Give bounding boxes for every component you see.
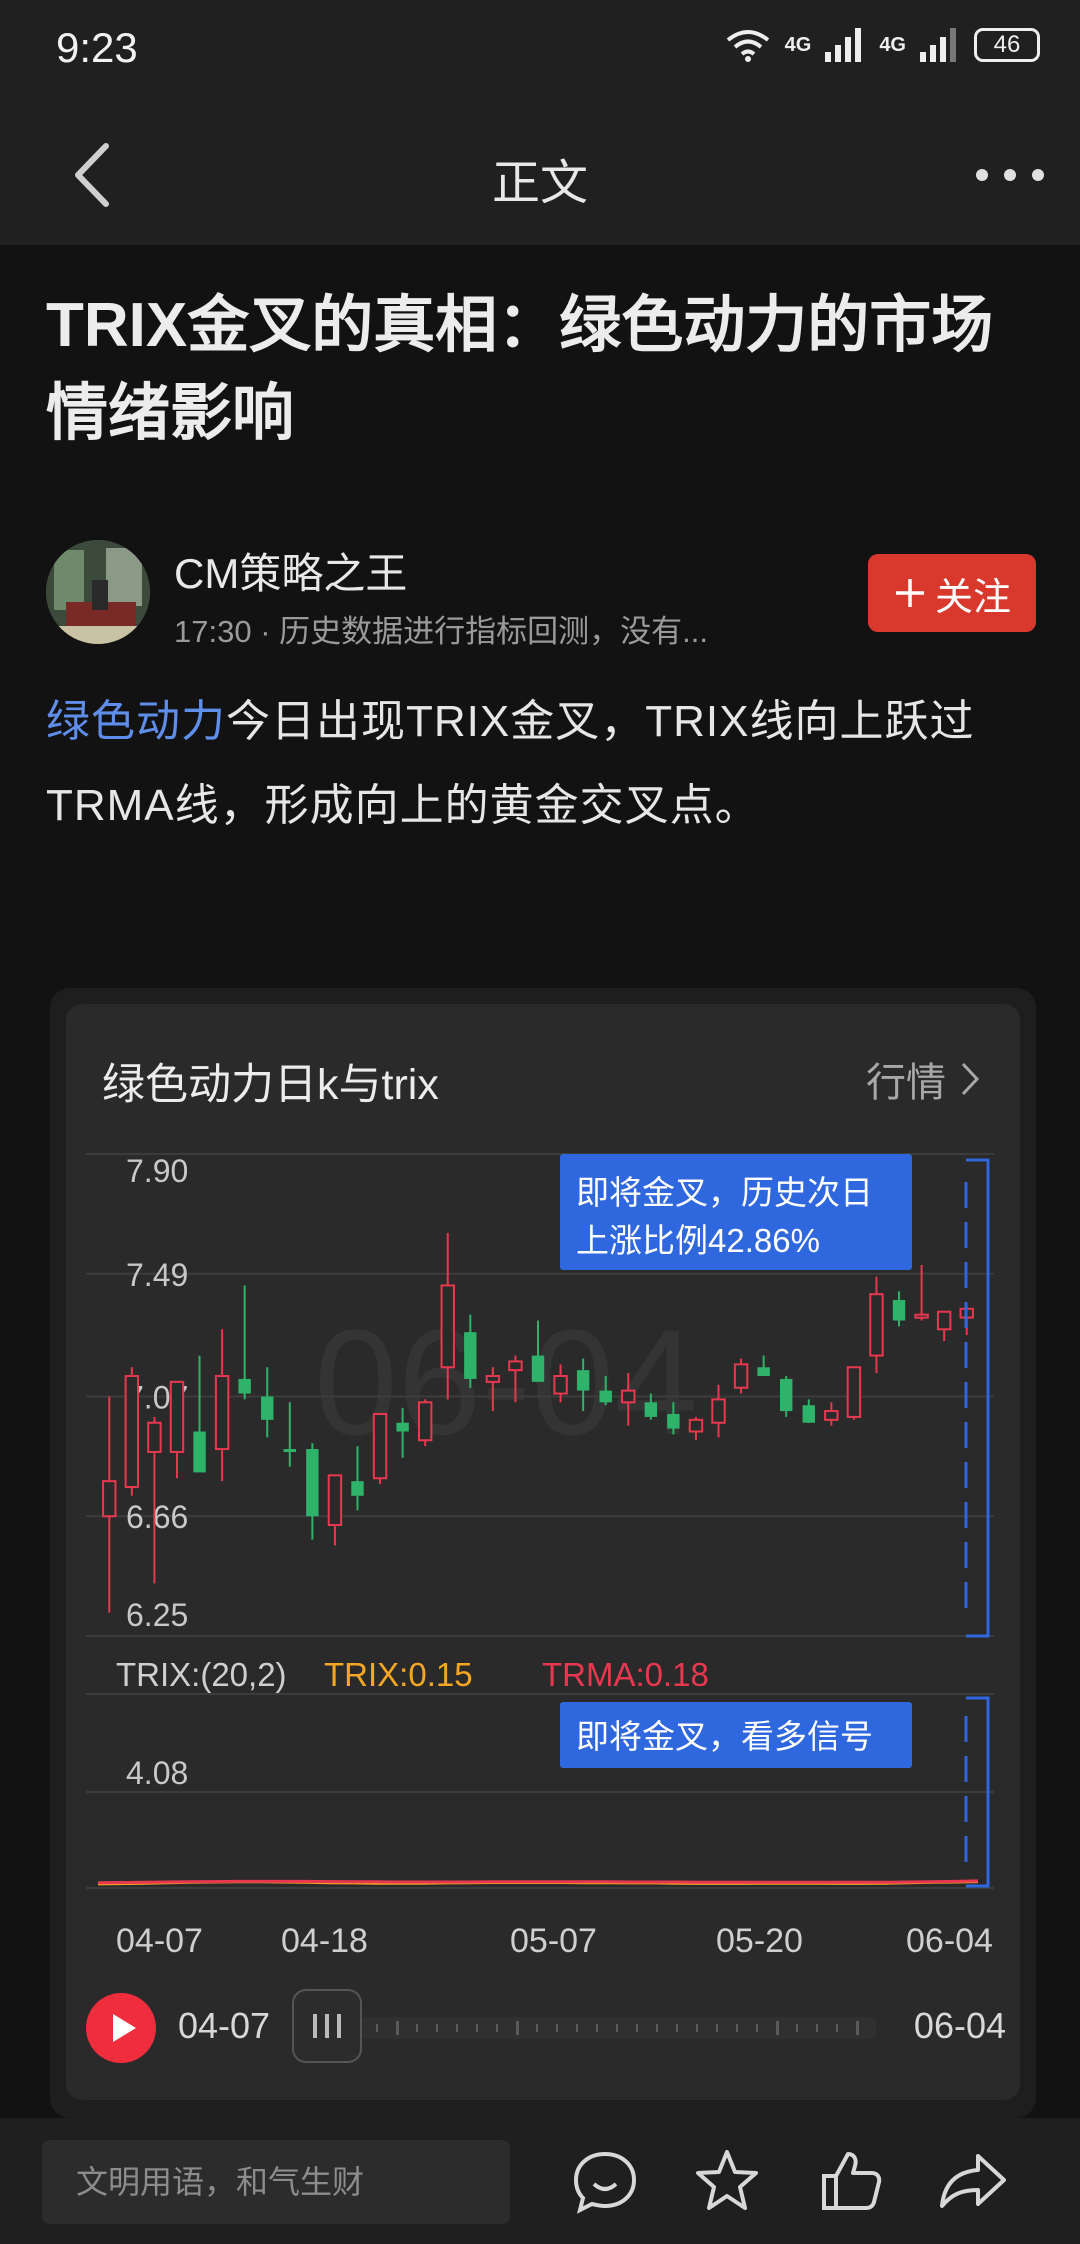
chart-card: 绿色动力日k与trix 行情 06-04 7.90 7.49 7.07 6.66 6.2… — [66, 1004, 1020, 2100]
price-annotation-line2: 上涨比例42.86% — [576, 1222, 820, 1259]
candle-body — [261, 1396, 274, 1420]
candle-body — [711, 1398, 726, 1424]
signal-icon — [825, 28, 862, 62]
candle-body — [306, 1449, 319, 1517]
candle-body — [553, 1375, 568, 1395]
network-label-1: 4G — [784, 33, 812, 56]
share-icon[interactable] — [934, 2142, 1012, 2220]
candle-body — [372, 1412, 388, 1480]
candle-body — [802, 1405, 815, 1423]
article-title: TRIX金叉的真相：绿色动力的市场情绪影响 — [46, 291, 994, 448]
status-bar: 9:23 4G 4G 46 — [0, 0, 1080, 105]
network-label-2: 4G — [879, 33, 906, 56]
candle-body — [193, 1431, 206, 1473]
candle-body — [644, 1402, 658, 1417]
x-tick-label: 06-04 — [906, 1922, 993, 1960]
comment-icon[interactable] — [566, 2142, 644, 2220]
wifi-icon — [726, 30, 769, 62]
price-tick-label: 6.66 — [126, 1499, 188, 1535]
candle-body — [531, 1355, 545, 1382]
chart-watermark: 06-04 — [314, 1298, 698, 1466]
series-line-trma — [97, 1879, 979, 1885]
nav-bar: 正文 — [0, 105, 1080, 245]
like-icon[interactable] — [812, 2142, 890, 2220]
candle-body — [780, 1378, 793, 1412]
candle-body — [667, 1413, 680, 1429]
status-time: 9:23 — [56, 24, 138, 71]
timeline-ticks — [336, 2021, 859, 2035]
candle-body — [147, 1421, 162, 1453]
timeline-start-label: 04-07 — [178, 2005, 271, 2046]
candle-body — [914, 1313, 929, 1319]
x-tick-label: 04-07 — [116, 1922, 203, 1960]
candle-body — [327, 1474, 343, 1526]
x-tick-label: 05-07 — [510, 1922, 597, 1960]
candle-body — [417, 1401, 433, 1442]
kline-trix-chart: 06-04 7.907.497.076.666.254.08 04-07 04-1… — [86, 1153, 994, 1960]
page-title: 正文 — [491, 157, 588, 210]
candle-body — [508, 1360, 523, 1372]
candle-body — [869, 1293, 884, 1357]
article-body: 绿色动力今日出现TRIX金叉，TRIX线向上跃过TRMA线，形成向上的黄金交叉点… — [46, 680, 1046, 848]
candle-body — [485, 1375, 501, 1383]
follow-label: 关注 — [934, 576, 1011, 619]
timeline-handle[interactable] — [292, 1989, 362, 2063]
avatar[interactable] — [46, 540, 150, 644]
stock-link[interactable]: 绿色动力 — [46, 697, 226, 746]
price-bracket — [966, 1158, 990, 1638]
candle-body — [169, 1380, 185, 1453]
x-tick-label: 05-20 — [716, 1922, 803, 1960]
price-tick-label: 7.49 — [126, 1257, 188, 1293]
candle-body — [214, 1375, 230, 1451]
more-options-icon[interactable] — [970, 145, 1050, 205]
timeline-track[interactable] — [296, 2017, 876, 2039]
candle-body — [733, 1363, 749, 1389]
trix-value-label: TRIX:0.15 — [324, 1656, 473, 1693]
price-tick-label: 6.25 — [126, 1597, 188, 1633]
candle-body — [102, 1480, 117, 1518]
candle-body — [621, 1389, 636, 1404]
price-annotation-line1: 即将金叉，历史次日 — [576, 1174, 873, 1211]
candle-body — [283, 1449, 296, 1453]
candle-body — [396, 1422, 409, 1432]
candle-body — [846, 1366, 862, 1418]
candle-body — [599, 1390, 612, 1403]
x-tick-label: 04-18 — [281, 1922, 368, 1960]
author-row: CM策略之王 17:30 · 历史数据进行指标回测，没有... 关注 — [46, 540, 1036, 650]
candle-body — [757, 1367, 770, 1377]
candle-body — [576, 1370, 590, 1391]
candle-body — [238, 1378, 251, 1394]
bottom-bar: 文明用语，和气生财 — [0, 2118, 1080, 2244]
candle-body — [464, 1332, 477, 1379]
candle-body — [688, 1418, 704, 1433]
trix-param-label: TRIX:(20,2) — [116, 1656, 287, 1693]
signal-icon-2 — [920, 28, 956, 62]
candle-body — [936, 1310, 952, 1331]
author-meta: 17:30 · 历史数据进行指标回测，没有... — [174, 614, 708, 649]
trix-tick-label: 4.08 — [126, 1755, 188, 1791]
play-button[interactable] — [86, 1993, 156, 2063]
candle-body — [892, 1300, 906, 1321]
timeline-player: 04-07 06-04 — [86, 1987, 1006, 2067]
comment-input[interactable]: 文明用语，和气生财 — [42, 2140, 510, 2224]
follow-button[interactable]: 关注 — [868, 554, 1036, 632]
candle-body — [124, 1375, 140, 1489]
trma-value-label: TRMA:0.18 — [542, 1656, 709, 1693]
play-icon — [113, 2014, 136, 2042]
avatar-image — [46, 540, 150, 644]
star-icon[interactable] — [688, 2142, 766, 2220]
author-name[interactable]: CM策略之王 — [174, 540, 407, 601]
battery-level: 46 — [993, 31, 1021, 58]
status-icons: 4G 4G 46 — [725, 28, 1040, 62]
candle-body — [440, 1284, 455, 1369]
candle-body — [351, 1481, 364, 1496]
battery-icon: 46 — [974, 28, 1040, 62]
candle-body — [824, 1410, 839, 1421]
plus-icon — [895, 579, 924, 607]
price-tick-label: 7.90 — [126, 1153, 188, 1189]
timeline-end-label: 06-04 — [913, 2005, 1006, 2046]
trix-annotation-text: 即将金叉，看多信号 — [576, 1718, 873, 1755]
